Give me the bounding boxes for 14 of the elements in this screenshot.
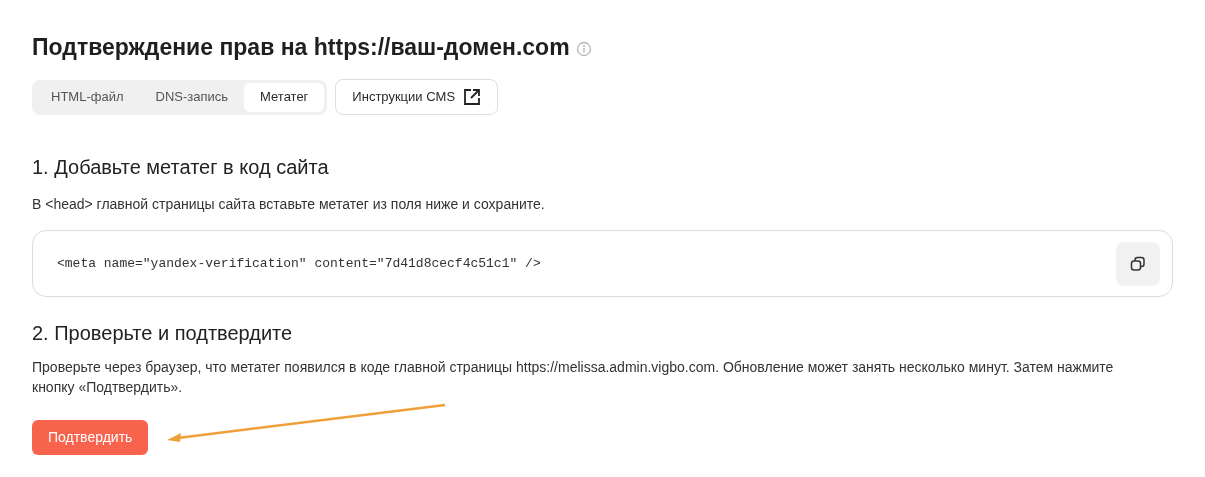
- copy-icon: [1130, 255, 1146, 272]
- cms-instructions-button[interactable]: Инструкции CMS: [335, 79, 499, 115]
- external-link-icon: [463, 88, 482, 106]
- section-heading: 2. Проверьте и подтвердите: [32, 321, 294, 346]
- instruction-text: Проверьте через браузер, что метатег появился в коде главной страницы https://melissa.admin.vigbo.com. Обновление может занять несколько минут. Затем нажмите кнопку «Подтвердить».: [32, 358, 1115, 397]
- info-icon: [575, 41, 592, 57]
- tab[interactable]: Метатег: [244, 82, 325, 112]
- copy-button[interactable]: [1116, 241, 1160, 286]
- instruction-text: В <head> главной страницы сайта вставьте метатег из поля ниже и сохраните.: [32, 195, 546, 213]
- tab[interactable]: HTML-файл: [35, 82, 140, 112]
- meta-tag-code: <meta name="yandex-verification" content="7d41d8cecf4c51c1" />: [57, 254, 541, 273]
- section-heading: 1. Добавьте метатег в код сайта: [32, 155, 330, 180]
- page-title: Подтверждение прав на https://ваш-домен.com: [32, 33, 570, 62]
- tab[interactable]: DNS-запись: [139, 82, 245, 112]
